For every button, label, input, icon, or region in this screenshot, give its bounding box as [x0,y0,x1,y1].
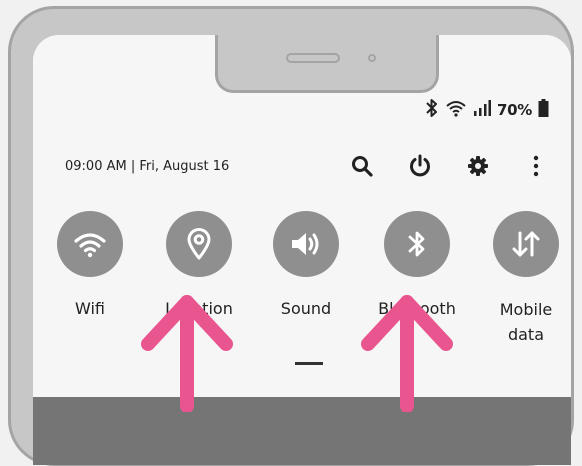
toggle-mobile-data[interactable]: Mobile data [470,211,571,347]
toggle-mobile-data-label: Mobile data [499,300,553,344]
panel-drag-handle[interactable] [295,362,323,365]
toggle-mobile-data-button[interactable] [493,211,559,277]
toggle-sound-button[interactable] [273,211,339,277]
toggle-wifi-button[interactable] [57,211,123,277]
mobile-data-icon [512,231,540,257]
phone-screen: 70% 09:00 AM | Fri, August 16 Wifi Locat… [33,35,571,465]
search-button[interactable] [345,149,379,183]
quick-toggles: Wifi Location Sound Bluetooth Mobile dat… [33,211,571,344]
toggle-wifi-label: Wifi [75,299,105,318]
toggle-sound[interactable]: Sound [250,211,362,321]
signal-icon [473,99,491,121]
front-camera [368,54,376,62]
power-button[interactable] [403,149,437,183]
wifi-status-icon [445,99,467,121]
more-options-button[interactable] [519,149,553,183]
phone-notch [215,35,439,93]
pointer-arrow-bluetooth [361,295,453,412]
wifi-icon [74,233,106,258]
pointer-arrow-location [141,295,233,412]
battery-icon [538,99,549,121]
search-icon [352,156,373,177]
header-actions [345,149,553,183]
toggle-bluetooth-button[interactable] [384,211,450,277]
toggle-wifi[interactable]: Wifi [34,211,146,321]
speaker-grille [286,53,340,63]
phone-frame: 70% 09:00 AM | Fri, August 16 Wifi Locat… [8,6,574,466]
date-time: 09:00 AM | Fri, August 16 [65,159,230,174]
toggle-sound-label: Sound [280,299,332,318]
toggle-location-button[interactable] [166,211,232,277]
sound-icon [292,233,319,255]
settings-button[interactable] [461,149,495,183]
power-icon [410,154,430,177]
status-bar: 70% [425,99,549,121]
bluetooth-status-icon [425,98,439,122]
location-icon [187,228,211,260]
background-area [33,397,571,465]
bluetooth-icon [408,231,425,257]
gear-icon [468,156,488,176]
more-icon [533,155,539,177]
battery-percentage: 70% [496,101,532,119]
